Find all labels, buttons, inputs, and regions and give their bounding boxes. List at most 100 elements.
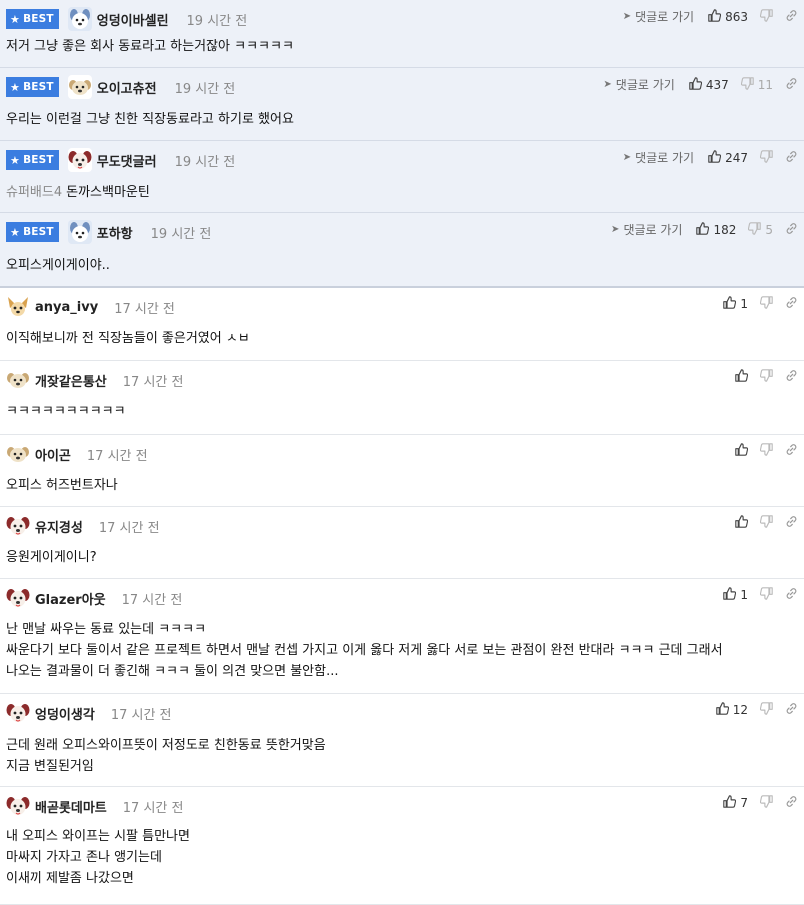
nickname[interactable]: 개잦같은통산 [35, 371, 107, 390]
comment-actions: ➤ 댓글로 가기 863 [623, 8, 798, 25]
nickname[interactable]: 오이고츄전 [97, 78, 157, 97]
link-icon [785, 796, 798, 811]
comment-line: 마싸지 가자고 존나 앵기는데 [6, 850, 162, 865]
mention-prefix[interactable]: 슈퍼배드4 [6, 185, 62, 200]
avatar[interactable] [6, 586, 30, 610]
go-to-reply-link[interactable]: ➤ 댓글로 가기 [623, 8, 694, 25]
upvote-button[interactable]: 247 [708, 149, 748, 166]
comment-list: ★ BEST 엉덩이바셀린 19 시간 전 저거 그냥 좋은 회사 동료라고 하는거잖아… [0, 0, 804, 905]
copy-link-button[interactable] [785, 587, 798, 603]
thumbs-up-icon [708, 8, 722, 25]
upvote-button[interactable]: 437 [689, 76, 729, 93]
nickname[interactable]: 엉덩이바셀린 [97, 10, 169, 29]
avatar[interactable] [6, 295, 30, 319]
avatar[interactable] [67, 75, 92, 99]
upvote-button[interactable]: 12 [715, 702, 748, 718]
thumbs-down-icon [759, 587, 773, 603]
comment-body: 내 오피스 와이프는 시팔 틈만나면 마싸지 가자고 존나 앵기는데 이새끼 제발좀… [6, 826, 190, 889]
best-comment: ★ BEST 엉덩이바셀린 19 시간 전 저거 그냥 좋은 회사 동료라고 하는거잖아… [0, 0, 804, 68]
comment-header: 아이곤 17 시간 전 [6, 442, 148, 466]
downvote-button[interactable] [759, 795, 773, 811]
comment-actions: ➤ 댓글로 가기 182 5 [611, 221, 798, 238]
avatar[interactable] [67, 220, 92, 244]
comment: 아이곤 17 시간 전 오피스 허즈번트자나 [0, 435, 804, 507]
comment: Glazer아웃 17 시간 전난 맨날 싸우는 동료 있는데 ㅋㅋㅋㅋ 싸운다기 … [0, 579, 804, 694]
downvote-button[interactable] [759, 587, 773, 603]
upvote-count: 437 [705, 77, 729, 92]
avatar[interactable] [6, 794, 30, 818]
comment-body: 응원게이게이니? [6, 547, 97, 568]
comment-line: 오피스게이게이야.. [6, 258, 110, 273]
thumbs-down-icon [759, 8, 773, 25]
copy-link-button[interactable] [785, 222, 798, 238]
comment-line: 저거 그냥 좋은 회사 동료라고 하는거잖아 ㅋㅋㅋㅋㅋ [6, 39, 294, 54]
thumbs-down-icon [759, 515, 773, 531]
nickname[interactable]: 유지경성 [35, 517, 83, 536]
nickname[interactable]: 아이곤 [35, 445, 71, 464]
downvote-button[interactable] [759, 8, 773, 25]
upvote-count: 12 [732, 703, 748, 717]
downvote-button[interactable]: 11 [740, 76, 773, 93]
downvote-button[interactable]: 5 [748, 221, 773, 238]
upvote-button[interactable]: 182 [696, 221, 736, 238]
comment-header: ★ BEST 포하항 19 시간 전 [6, 220, 211, 244]
comment-body: 난 맨날 싸우는 동료 있는데 ㅋㅋㅋㅋ 싸운다기 보다 둘이서 같은 프로젝트 … [6, 619, 723, 682]
comment-line: 슈퍼배드4 돈까스백마운틴 [6, 185, 150, 200]
copy-link-button[interactable] [785, 702, 798, 718]
nickname[interactable]: 포하항 [97, 223, 133, 242]
thumbs-down-icon [759, 795, 773, 811]
link-icon [785, 703, 798, 718]
best-badge: ★ BEST [6, 77, 59, 97]
copy-link-button[interactable] [785, 150, 798, 166]
go-to-reply-link[interactable]: ➤ 댓글로 가기 [623, 149, 694, 166]
nickname[interactable]: 배곧롯데마트 [35, 797, 107, 816]
avatar[interactable] [6, 368, 30, 392]
thumbs-down-icon [748, 221, 762, 238]
comment-body: 우리는 이런걸 그냥 친한 직장동료라고 하기로 했어요 [6, 109, 294, 130]
comment-header: 엉덩이생각 17 시간 전 [6, 701, 172, 725]
downvote-button[interactable] [759, 296, 773, 312]
nickname[interactable]: Glazer아웃 [35, 589, 106, 608]
avatar[interactable] [6, 442, 30, 466]
upvote-button[interactable]: 7 [723, 795, 748, 811]
copy-link-button[interactable] [785, 443, 798, 459]
thumbs-down-icon [759, 443, 773, 459]
downvote-button[interactable] [759, 443, 773, 459]
copy-link-button[interactable] [785, 795, 798, 811]
downvote-button[interactable] [759, 515, 773, 531]
comment-line: 나오는 결과물이 더 좋긴해 ㅋㅋㅋ 둘이 의견 맞으면 불안함... [6, 664, 339, 679]
comment-header: anya_ivy 17 시간 전 [6, 295, 175, 319]
nickname[interactable]: 엉덩이생각 [35, 704, 95, 723]
avatar[interactable] [6, 514, 30, 538]
copy-link-button[interactable] [785, 515, 798, 531]
avatar[interactable] [67, 7, 92, 31]
downvote-button[interactable] [759, 369, 773, 385]
avatar[interactable] [67, 148, 92, 172]
upvote-button[interactable]: 1 [723, 587, 748, 603]
avatar[interactable] [6, 701, 30, 725]
copy-link-button[interactable] [785, 9, 798, 25]
nickname[interactable]: anya_ivy [35, 300, 98, 315]
go-to-reply-link[interactable]: ➤ 댓글로 가기 [611, 221, 682, 238]
upvote-count: 1 [740, 588, 748, 602]
thumbs-up-icon [723, 296, 737, 312]
comment-header: ★ BEST 오이고츄전 19 시간 전 [6, 75, 236, 99]
downvote-count: 11 [757, 77, 773, 92]
downvote-button[interactable] [759, 149, 773, 166]
comment-line: 근데 원래 오피스와이프뜻이 저정도로 친한동료 뜻한거맞음 [6, 738, 326, 753]
upvote-button[interactable]: 863 [708, 8, 748, 25]
upvote-button[interactable] [735, 443, 749, 459]
comment: anya_ivy 17 시간 전 이직해보니까 전 직장놈들이 좋은거였어 ㅅㅂ 1 [0, 288, 804, 361]
timestamp: 19 시간 전 [174, 81, 236, 97]
copy-link-button[interactable] [785, 77, 798, 93]
upvote-button[interactable] [735, 369, 749, 385]
copy-link-button[interactable] [785, 369, 798, 385]
copy-link-button[interactable] [785, 296, 798, 312]
downvote-button[interactable] [759, 702, 773, 718]
thumbs-up-icon [723, 587, 737, 603]
upvote-button[interactable] [735, 515, 749, 531]
go-to-reply-link[interactable]: ➤ 댓글로 가기 [603, 76, 674, 93]
nickname[interactable]: 무도댓글러 [97, 151, 157, 170]
upvote-button[interactable]: 1 [723, 296, 748, 312]
timestamp: 17 시간 전 [86, 448, 148, 464]
